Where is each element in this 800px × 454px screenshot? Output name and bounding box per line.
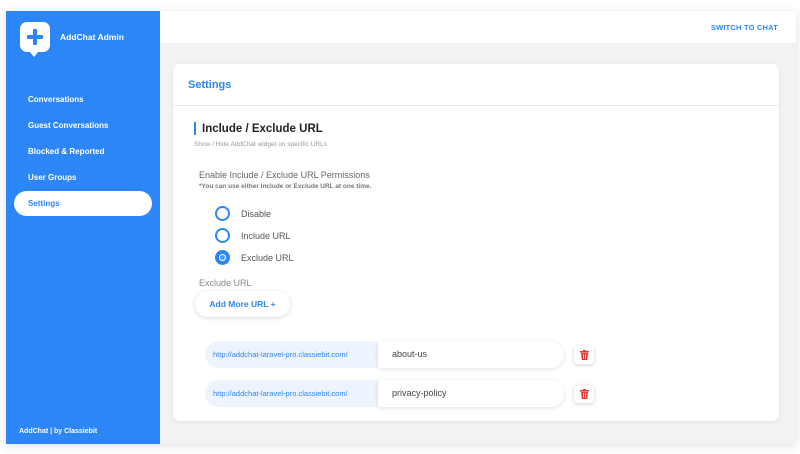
radio-option-exclude-url[interactable]: Exclude URL [215,250,294,265]
trash-icon [579,388,589,399]
brand[interactable]: AddChat Admin [20,22,124,57]
section-accent-bar [194,122,196,135]
url-path-input[interactable]: about-us [378,341,564,368]
radio-button-checked[interactable] [215,250,230,265]
chat-plus-icon [20,22,50,57]
url-path-input[interactable]: privacy-policy [378,380,564,407]
section-heading: Include / Exclude URL [194,122,323,135]
radio-button[interactable] [215,228,230,243]
sidebar-item-guest-conversations[interactable]: Guest Conversations [14,113,152,138]
add-more-url-button[interactable]: Add More URL + [195,291,290,317]
sidebar: AddChat Admin Conversations Guest Conver… [6,11,160,444]
permissions-note: *You can use either Include or Exclude U… [199,183,372,190]
sidebar-item-blocked-reported[interactable]: Blocked & Reported [14,139,152,164]
app-window: AddChat Admin Conversations Guest Conver… [6,11,796,444]
delete-url-button[interactable] [574,345,594,364]
sidebar-nav: Conversations Guest Conversations Blocke… [14,87,152,217]
radio-label: Include URL [241,230,291,241]
exclude-url-label: Exclude URL [199,278,252,288]
app-title: AddChat Admin [60,32,124,42]
section-title: Include / Exclude URL [202,122,323,135]
url-prefix: http://addchat-laravel-pro.classiebit.co… [205,341,378,368]
settings-card: Settings Include / Exclude URL Show / Hi… [173,64,779,421]
delete-url-button[interactable] [574,384,594,403]
radio-option-include-url[interactable]: Include URL [215,228,291,243]
trash-icon [579,349,589,360]
sidebar-item-settings[interactable]: Settings [14,191,152,216]
permissions-label: Enable Include / Exclude URL Permissions [199,170,370,180]
url-row: http://addchat-laravel-pro.classiebit.co… [205,380,594,407]
card-header: Settings [173,64,779,106]
topbar: SWITCH TO CHAT [160,11,796,43]
url-row: http://addchat-laravel-pro.classiebit.co… [205,341,594,368]
radio-label: Exclude URL [241,252,294,263]
radio-option-disable[interactable]: Disable [215,206,271,221]
section-subtitle: Show / Hide AddChat widget on specific U… [194,141,327,148]
sidebar-footer: AddChat | by Classiebit [19,428,98,435]
switch-to-chat-link[interactable]: SWITCH TO CHAT [711,23,778,32]
sidebar-item-user-groups[interactable]: User Groups [14,165,152,190]
radio-button[interactable] [215,206,230,221]
url-prefix: http://addchat-laravel-pro.classiebit.co… [205,380,378,407]
page-title: Settings [188,79,232,91]
sidebar-item-conversations[interactable]: Conversations [14,87,152,112]
radio-label: Disable [241,208,272,219]
